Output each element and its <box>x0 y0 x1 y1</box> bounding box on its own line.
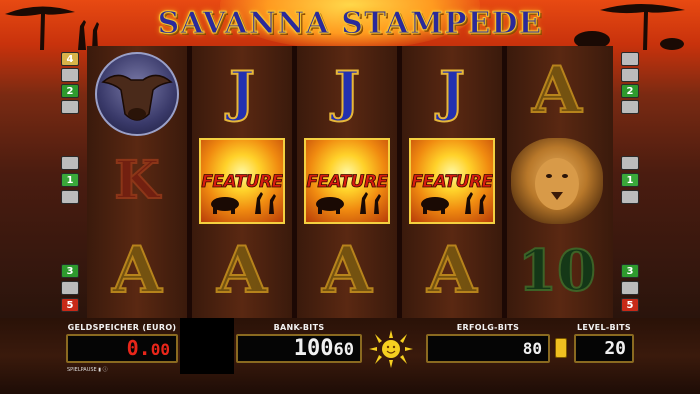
level-value: 20 <box>604 338 626 359</box>
lion-icon <box>535 158 579 210</box>
win-display: 80 <box>426 334 550 363</box>
line-marker-blank <box>61 100 79 114</box>
win-value: 80 <box>522 339 542 358</box>
line-marker-2: 2 <box>61 84 79 98</box>
reel-5: A 10 <box>507 46 613 318</box>
game-stage: SAVANNA STAMPEDE 4 2 1 3 5 2 1 3 5 K A J… <box>0 0 700 318</box>
credit-value-decimal: 00 <box>150 340 170 359</box>
feature-label: FEATURE <box>201 172 283 193</box>
buffalo-symbol <box>95 52 179 136</box>
symbol-10: 10 <box>507 226 607 316</box>
line-marker-blank <box>621 100 639 114</box>
line-marker-blank <box>621 190 639 204</box>
line-marker-3: 3 <box>61 264 79 278</box>
line-marker-4: 4 <box>61 52 79 66</box>
symbol-j: J <box>192 46 292 136</box>
symbol-j: J <box>402 46 502 136</box>
letter-a: A <box>111 233 163 308</box>
line-marker-1: 1 <box>621 173 639 187</box>
feature-symbol: FEATURE <box>304 138 390 224</box>
line-marker-blank <box>61 68 79 82</box>
line-marker-blank <box>61 281 79 295</box>
level-display: 20 <box>574 334 634 363</box>
symbol-a: A <box>507 46 607 136</box>
buffalo-icon <box>101 74 173 121</box>
letter-a: A <box>321 233 373 308</box>
line-marker-5: 5 <box>61 298 79 312</box>
symbol-ten: 10 <box>517 238 597 304</box>
symbol-j: J <box>297 46 397 136</box>
letter-j: J <box>333 59 361 123</box>
reel-4: J FEATURE A <box>402 46 502 318</box>
bank-display: 10060 <box>236 334 362 363</box>
line-marker-blank <box>61 190 79 204</box>
letter-k: K <box>113 150 160 211</box>
symbol-a: A <box>192 226 292 316</box>
symbol-a: A <box>297 226 397 316</box>
animal-silhouette-icon <box>211 192 276 214</box>
feature-label: FEATURE <box>306 172 388 193</box>
line-marker-blank <box>61 156 79 170</box>
control-panel: GELDSPEICHER (EURO) 0.00 SPIELPAUSE ▮ ⓘ … <box>0 318 700 394</box>
credit-value-main: 0. <box>126 336 151 360</box>
letter-a: A <box>531 53 583 128</box>
feature-label: FEATURE <box>411 172 493 193</box>
line-marker-blank <box>621 68 639 82</box>
feature-symbol: FEATURE <box>199 138 285 224</box>
coin-icon[interactable] <box>555 338 567 358</box>
symbol-a: A <box>87 226 187 316</box>
lion-symbol <box>511 138 603 224</box>
panel-black-slot <box>180 318 234 374</box>
feature-symbol: FEATURE <box>409 138 495 224</box>
reel-2: J FEATURE A <box>192 46 292 318</box>
level-label: LEVEL-BITS <box>577 323 631 332</box>
line-marker-2: 2 <box>621 84 639 98</box>
line-marker-1: 1 <box>61 173 79 187</box>
sun-logo-icon[interactable] <box>369 330 413 368</box>
line-marker-3: 3 <box>621 264 639 278</box>
letter-a: A <box>426 233 478 308</box>
bank-value-main: 100 <box>293 336 334 361</box>
reel-area: K A J FEATURE A J FEATURE A J FEATURE A … <box>87 46 613 318</box>
reel-1: K A <box>87 46 187 318</box>
letter-a: A <box>216 233 268 308</box>
symbol-k: K <box>87 136 187 226</box>
symbol-a: A <box>402 226 502 316</box>
line-marker-5: 5 <box>621 298 639 312</box>
credit-label: GELDSPEICHER (EURO) <box>67 323 177 332</box>
animal-silhouette-icon <box>421 192 486 214</box>
game-title: SAVANNA STAMPEDE <box>157 6 543 42</box>
bank-value-small: 60 <box>333 340 354 360</box>
line-marker-blank <box>621 281 639 295</box>
bank-label: BANK-BITS <box>273 323 325 332</box>
letter-j: J <box>228 59 256 123</box>
line-marker-blank <box>621 52 639 66</box>
letter-j: J <box>438 59 466 123</box>
reel-3: J FEATURE A <box>297 46 397 318</box>
credit-display: 0.00 <box>66 334 178 363</box>
line-marker-blank <box>621 156 639 170</box>
animal-silhouette-icon <box>316 192 381 214</box>
win-label: ERFOLG-BITS <box>456 323 520 332</box>
game-pause-info[interactable]: SPIELPAUSE ▮ ⓘ <box>67 366 108 373</box>
